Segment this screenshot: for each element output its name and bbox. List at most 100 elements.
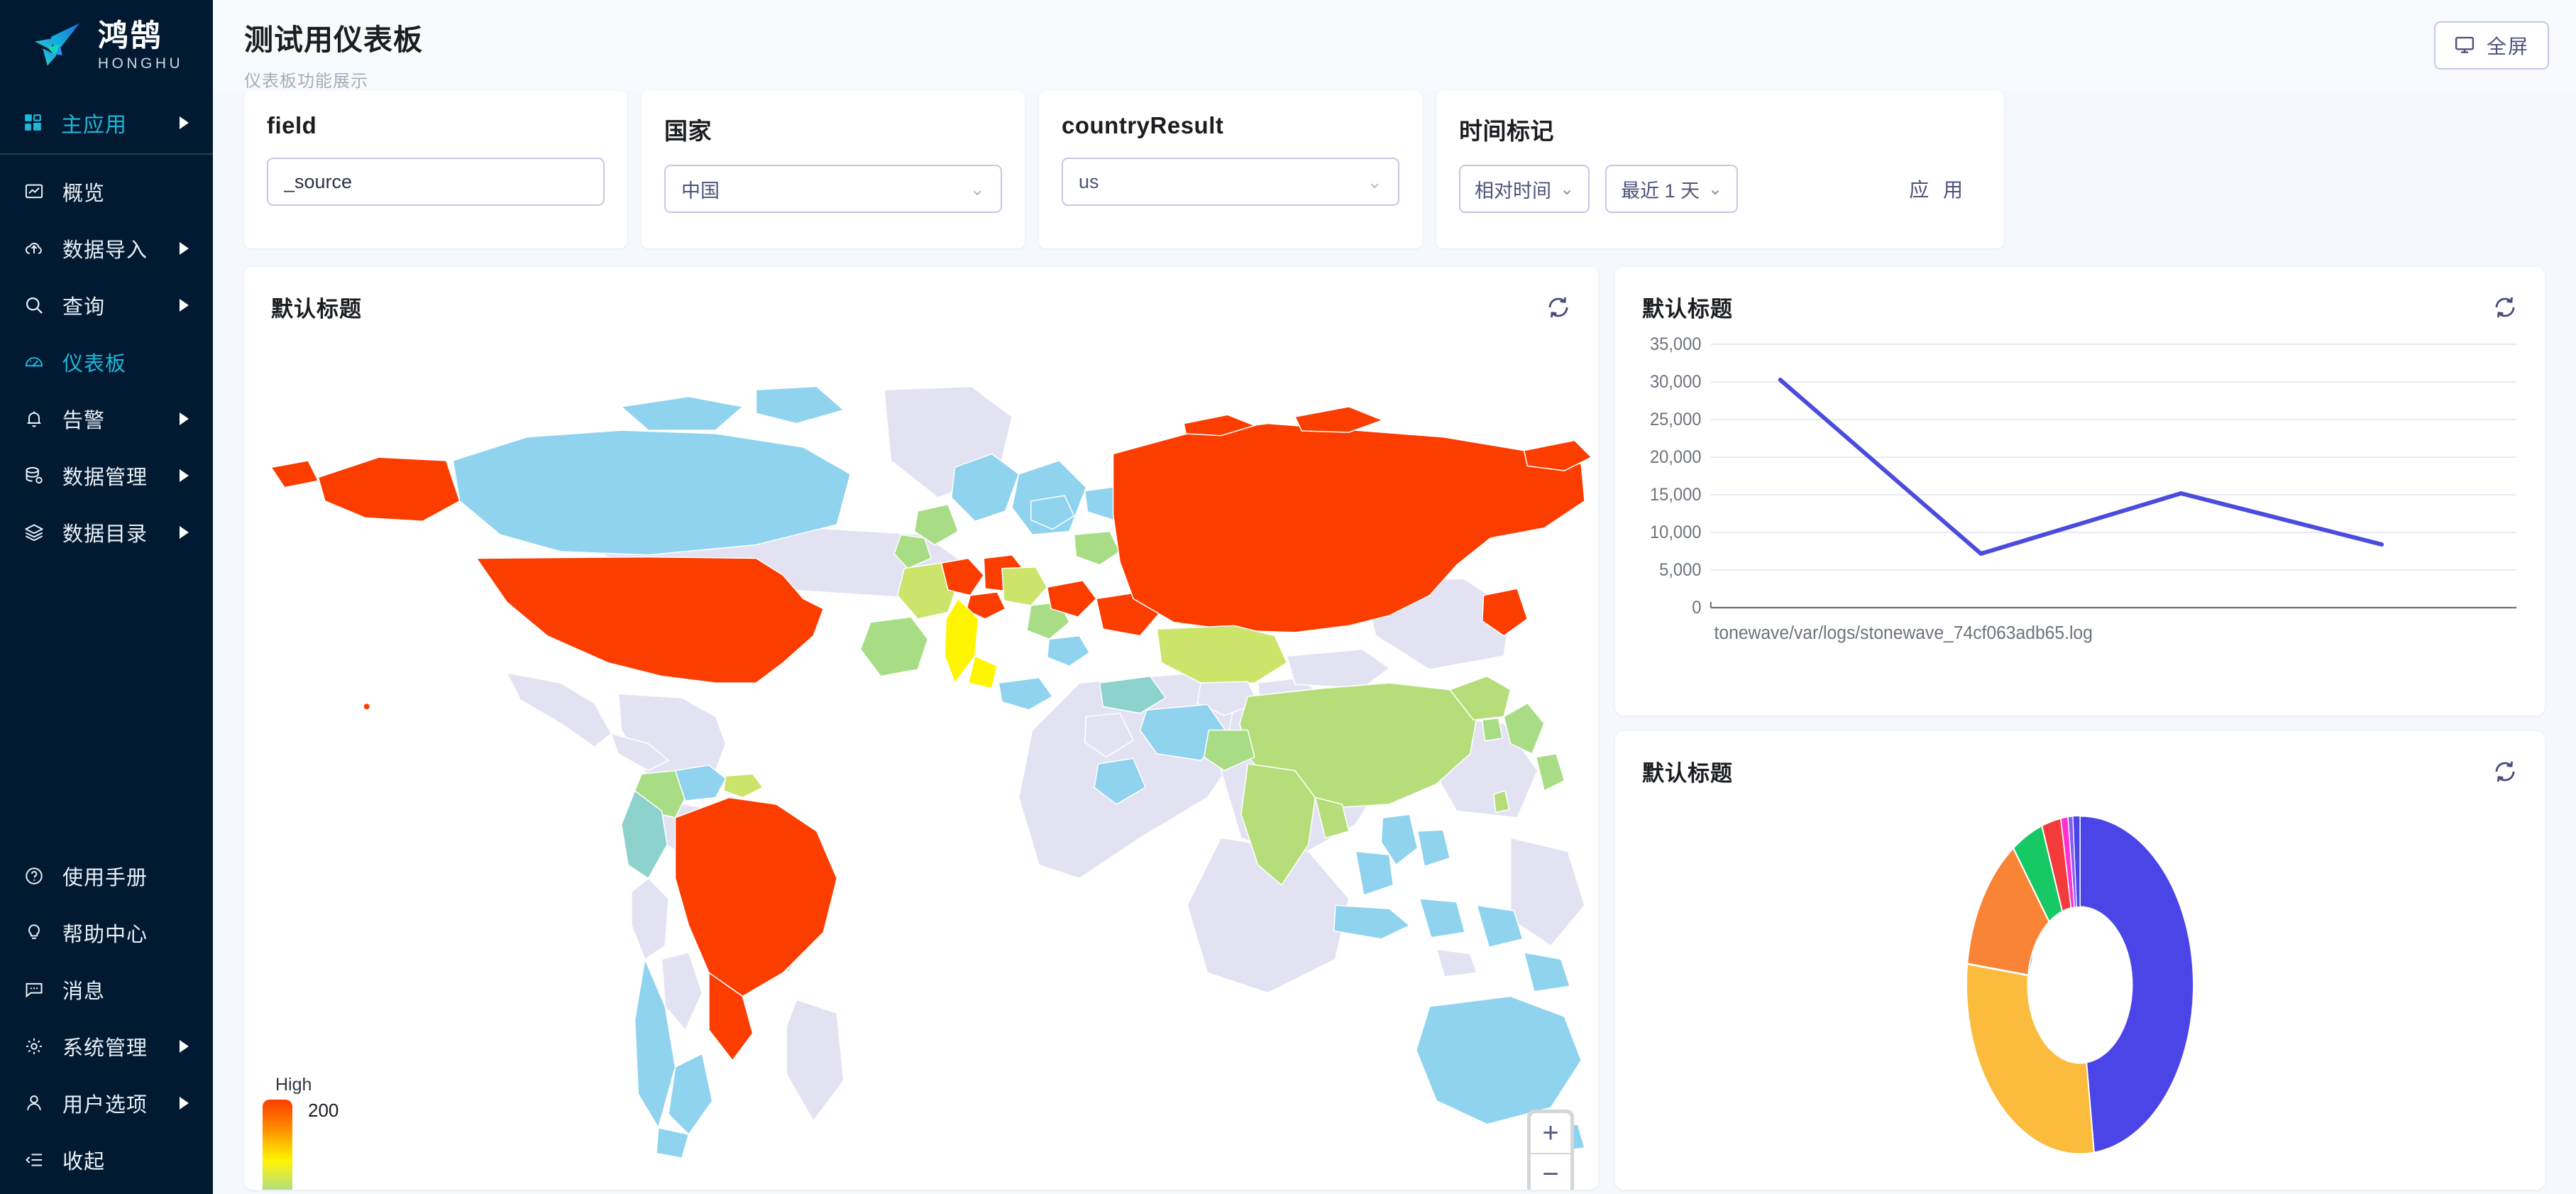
- sidebar-item-data-management[interactable]: 数据管理: [0, 447, 213, 504]
- filter-bar: field 国家 中国 ⌄ countryResult u: [213, 91, 2576, 248]
- svg-text:35,000: 35,000: [1650, 334, 1702, 354]
- refresh-icon[interactable]: [2492, 295, 2518, 320]
- line-chart-svg: 35,000 30,000 25,000 20,000 15,000 10,00…: [1650, 334, 2517, 643]
- time-range-select[interactable]: 最近 1 天 ⌄: [1605, 165, 1739, 213]
- panel-header: 默认标题: [1615, 731, 2545, 787]
- filter-label: 国家: [664, 118, 712, 144]
- lightbulb-icon: [24, 923, 44, 943]
- filter-card-country: 国家 中国 ⌄: [642, 91, 1025, 248]
- field-input[interactable]: [267, 158, 605, 206]
- page-header: 测试用仪表板 仪表板功能展示 全屏: [213, 0, 2576, 91]
- chevron-right-icon: [180, 116, 189, 129]
- sidebar-item-label: 用户选项: [62, 1094, 148, 1117]
- brand-logo[interactable]: 鸿鹄 HONGHU: [0, 0, 213, 92]
- sidebar-item-system-management[interactable]: 系统管理: [0, 1018, 213, 1075]
- panel-title: 默认标题: [1642, 297, 1734, 322]
- panel-header: 默认标题: [1615, 267, 2545, 323]
- sidebar-item-label: 收起: [62, 1151, 106, 1173]
- page-title: 测试用仪表板: [244, 23, 423, 56]
- refresh-icon[interactable]: [1546, 295, 1571, 320]
- sidebar-item-label: 概览: [62, 182, 106, 205]
- apply-button[interactable]: 应 用: [1895, 165, 1981, 213]
- sidebar-item-label: 使用手册: [62, 867, 148, 889]
- sidebar-item-collapse[interactable]: 收起: [0, 1132, 213, 1188]
- chevron-right-icon: [180, 1040, 189, 1053]
- right-panel-column: 默认标题 35,000 30,000 25,000 20,000 15,000 …: [1615, 267, 2545, 1190]
- sidebar-item-label: 查询: [62, 296, 106, 319]
- overview-chart-icon: [24, 182, 44, 202]
- legend-gradient-bar: [263, 1100, 292, 1190]
- legend-values: 200 0: [308, 1100, 338, 1190]
- panel-title: 默认标题: [1642, 761, 1734, 786]
- sidebar-item-messages[interactable]: 消息: [0, 961, 213, 1018]
- question-circle-icon: [24, 866, 44, 886]
- chevron-right-icon: [180, 299, 189, 312]
- chevron-down-icon: ⌄: [1367, 170, 1382, 192]
- country-select[interactable]: 中国 ⌄: [664, 165, 1002, 213]
- cloud-upload-icon: [24, 239, 44, 258]
- sidebar-bottom-nav: 使用手册 帮助中心 消息 系统管理 用户选项 收起: [0, 848, 213, 1194]
- world-map-body[interactable]: High 200 0 + −: [244, 323, 1598, 1190]
- choropleth-world-map[interactable]: [244, 323, 1598, 1190]
- sidebar-item-label: 数据管理: [62, 466, 148, 489]
- sidebar-item-alerts[interactable]: 告警: [0, 390, 213, 447]
- sidebar-item-label: 主应用: [61, 114, 127, 137]
- time-mode-value: 相对时间: [1475, 180, 1551, 202]
- sidebar-item-overview[interactable]: 概览: [0, 163, 213, 220]
- sidebar-item-data-import[interactable]: 数据导入: [0, 220, 213, 277]
- country-result-select[interactable]: us ⌄: [1062, 158, 1399, 206]
- sidebar-item-dashboard[interactable]: 仪表板: [0, 334, 213, 390]
- legend-max-value: 200: [308, 1100, 339, 1121]
- sidebar-item-manual[interactable]: 使用手册: [0, 848, 213, 904]
- svg-text:5,000: 5,000: [1659, 560, 1701, 580]
- svg-text:25,000: 25,000: [1650, 410, 1702, 429]
- time-range-value: 最近 1 天: [1621, 180, 1700, 202]
- panel-donut-chart: 默认标题: [1615, 731, 2545, 1190]
- filter-card-country-result: countryResult us ⌄: [1039, 91, 1422, 248]
- sidebar-item-main-app[interactable]: 主应用: [0, 92, 213, 155]
- sidebar-item-label: 告警: [62, 410, 106, 432]
- donut-chart-body[interactable]: [1615, 787, 2545, 1182]
- user-icon: [24, 1093, 44, 1113]
- line-chart-body[interactable]: 35,000 30,000 25,000 20,000 15,000 10,00…: [1615, 323, 2545, 692]
- legend-title: High: [275, 1075, 312, 1095]
- filter-label: field: [267, 112, 317, 138]
- sidebar-item-label: 帮助中心: [62, 924, 148, 946]
- map-zoom-controls: + −: [1527, 1110, 1575, 1190]
- fullscreen-button[interactable]: 全屏: [2433, 21, 2549, 70]
- chevron-right-icon: [180, 526, 189, 539]
- chevron-right-icon: [180, 1097, 189, 1110]
- dashboard-app: 鸿鹄 HONGHU 主应用 概览 数据导入 查询 仪表板 告警 数据管理 数据目…: [0, 0, 2576, 1194]
- time-mode-select[interactable]: 相对时间 ⌄: [1459, 165, 1590, 213]
- map-zoom-in-button[interactable]: +: [1531, 1113, 1571, 1153]
- sidebar-item-user-options[interactable]: 用户选项: [0, 1075, 213, 1132]
- filter-label: countryResult: [1062, 112, 1224, 138]
- dashboard-gauge-icon: [24, 352, 44, 372]
- svg-text:20,000: 20,000: [1650, 447, 1702, 467]
- main-content: 测试用仪表板 仪表板功能展示 全屏 field _source 国家 中国 ⌄ …: [213, 0, 2576, 1194]
- database-gear-icon: [24, 466, 44, 486]
- sidebar-item-help-center[interactable]: 帮助中心: [0, 904, 213, 961]
- sidebar-item-label: 系统管理: [62, 1037, 148, 1060]
- filter-label: 时间标记: [1459, 118, 1554, 144]
- donut-chart-svg: [1966, 814, 2194, 1155]
- page-subtitle: 仪表板功能展示: [244, 72, 368, 91]
- panel-line-chart: 默认标题 35,000 30,000 25,000 20,000 15,000 …: [1615, 267, 2545, 716]
- sidebar-item-label: 消息: [62, 980, 106, 1003]
- brand-text: 鸿鹄 HONGHU: [97, 19, 183, 72]
- sidebar-item-query[interactable]: 查询: [0, 277, 213, 334]
- country-result-select-value: us: [1079, 170, 1099, 192]
- brand-name-cn: 鸿鹄: [97, 19, 163, 53]
- filter-control: [267, 158, 605, 206]
- refresh-icon[interactable]: [2492, 759, 2518, 784]
- chevron-down-icon: ⌄: [1708, 179, 1723, 199]
- filter-card-field: field: [244, 91, 627, 248]
- map-zoom-out-button[interactable]: −: [1531, 1154, 1571, 1190]
- layers-icon: [24, 522, 44, 542]
- monitor-icon: [2454, 34, 2475, 57]
- chevron-right-icon: [180, 242, 189, 255]
- sidebar-item-data-catalog[interactable]: 数据目录: [0, 504, 213, 561]
- filter-control: us ⌄: [1062, 158, 1399, 206]
- sidebar-item-label: 仪表板: [62, 353, 127, 376]
- grid-apps-icon: [24, 114, 43, 132]
